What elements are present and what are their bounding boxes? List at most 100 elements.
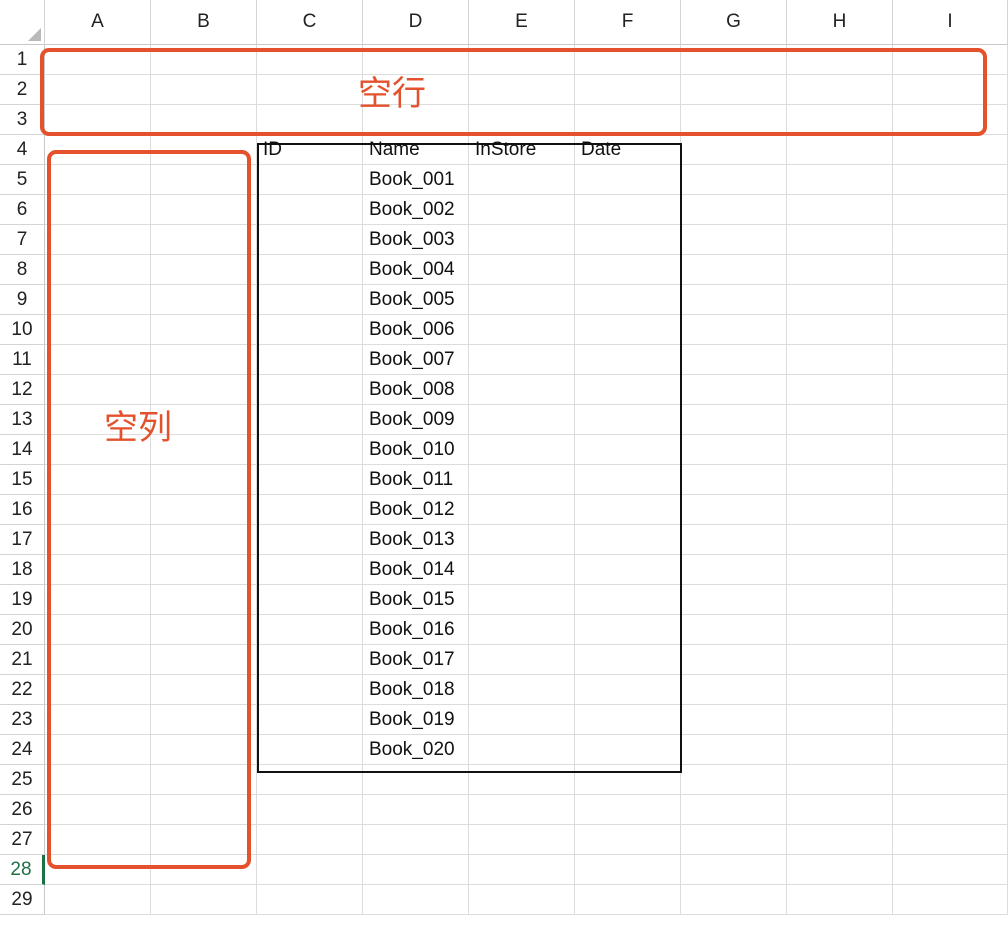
cell[interactable] <box>257 675 363 705</box>
cell[interactable] <box>469 735 575 765</box>
cell[interactable] <box>151 135 257 165</box>
cell[interactable] <box>893 825 1008 855</box>
row-header[interactable]: 17 <box>0 525 45 555</box>
cell[interactable] <box>151 225 257 255</box>
cell[interactable] <box>575 225 681 255</box>
cell[interactable] <box>257 765 363 795</box>
cell[interactable] <box>681 285 787 315</box>
cell[interactable] <box>575 885 681 915</box>
cell[interactable] <box>257 375 363 405</box>
cell[interactable] <box>681 795 787 825</box>
cell[interactable] <box>787 225 893 255</box>
cell[interactable] <box>893 465 1008 495</box>
cell[interactable] <box>893 525 1008 555</box>
cell[interactable] <box>575 465 681 495</box>
cell[interactable] <box>469 705 575 735</box>
cell[interactable] <box>45 75 151 105</box>
cell[interactable] <box>787 855 893 885</box>
cell[interactable] <box>681 435 787 465</box>
row-header[interactable]: 19 <box>0 585 45 615</box>
cell[interactable] <box>681 855 787 885</box>
cell[interactable] <box>575 285 681 315</box>
cell[interactable] <box>681 825 787 855</box>
cell[interactable] <box>787 375 893 405</box>
cell[interactable] <box>469 465 575 495</box>
cell[interactable] <box>151 585 257 615</box>
cell[interactable] <box>893 255 1008 285</box>
cell[interactable] <box>681 735 787 765</box>
cell[interactable] <box>893 105 1008 135</box>
cell[interactable] <box>893 675 1008 705</box>
cell[interactable] <box>681 555 787 585</box>
cell[interactable] <box>575 315 681 345</box>
cell[interactable] <box>257 105 363 135</box>
cell[interactable] <box>469 825 575 855</box>
cell[interactable] <box>151 105 257 135</box>
cell[interactable] <box>893 135 1008 165</box>
row-header[interactable]: 23 <box>0 705 45 735</box>
cell[interactable] <box>893 855 1008 885</box>
cell[interactable] <box>787 165 893 195</box>
cell[interactable] <box>151 555 257 585</box>
cell[interactable] <box>787 705 893 735</box>
column-header[interactable]: H <box>787 0 893 45</box>
cell[interactable] <box>681 375 787 405</box>
cell[interactable] <box>575 585 681 615</box>
cell[interactable] <box>893 435 1008 465</box>
cell[interactable] <box>45 225 151 255</box>
cell[interactable] <box>151 345 257 375</box>
table-cell-name[interactable]: Book_001 <box>363 165 469 195</box>
cell[interactable] <box>151 825 257 855</box>
row-header[interactable]: 15 <box>0 465 45 495</box>
cell[interactable] <box>575 795 681 825</box>
cell[interactable] <box>681 255 787 285</box>
table-cell-name[interactable]: Book_013 <box>363 525 469 555</box>
cell[interactable] <box>681 315 787 345</box>
table-cell-name[interactable]: Book_018 <box>363 675 469 705</box>
cell[interactable] <box>893 495 1008 525</box>
cell[interactable] <box>257 195 363 225</box>
table-cell-name[interactable]: Book_009 <box>363 405 469 435</box>
cell[interactable] <box>151 645 257 675</box>
cell[interactable] <box>469 855 575 885</box>
cell[interactable] <box>575 675 681 705</box>
cell[interactable] <box>45 825 151 855</box>
cell[interactable] <box>893 405 1008 435</box>
cell[interactable] <box>681 675 787 705</box>
cell[interactable] <box>151 75 257 105</box>
cell[interactable] <box>575 405 681 435</box>
cell[interactable] <box>893 585 1008 615</box>
cell[interactable] <box>893 45 1008 75</box>
cell[interactable] <box>575 645 681 675</box>
cell[interactable] <box>787 645 893 675</box>
cell[interactable] <box>575 555 681 585</box>
cell[interactable] <box>469 555 575 585</box>
table-cell-name[interactable]: Book_014 <box>363 555 469 585</box>
cell[interactable] <box>257 285 363 315</box>
cell[interactable] <box>575 495 681 525</box>
cell[interactable] <box>151 615 257 645</box>
cell[interactable] <box>45 315 151 345</box>
cell[interactable] <box>575 615 681 645</box>
cell[interactable] <box>469 345 575 375</box>
row-header[interactable]: 18 <box>0 555 45 585</box>
row-header[interactable]: 26 <box>0 795 45 825</box>
cell[interactable] <box>45 465 151 495</box>
cell[interactable] <box>787 75 893 105</box>
row-header[interactable]: 12 <box>0 375 45 405</box>
column-header[interactable]: F <box>575 0 681 45</box>
cell[interactable] <box>469 375 575 405</box>
cell[interactable] <box>45 675 151 705</box>
table-cell-name[interactable]: Book_010 <box>363 435 469 465</box>
cell[interactable] <box>257 795 363 825</box>
row-header[interactable]: 11 <box>0 345 45 375</box>
cell[interactable] <box>151 195 257 225</box>
cell[interactable] <box>257 315 363 345</box>
cell[interactable] <box>257 225 363 255</box>
cell[interactable] <box>787 255 893 285</box>
cell[interactable] <box>681 705 787 735</box>
column-header[interactable]: E <box>469 0 575 45</box>
cell[interactable] <box>469 585 575 615</box>
table-header-cell[interactable]: Date <box>575 135 681 165</box>
row-header[interactable]: 3 <box>0 105 45 135</box>
